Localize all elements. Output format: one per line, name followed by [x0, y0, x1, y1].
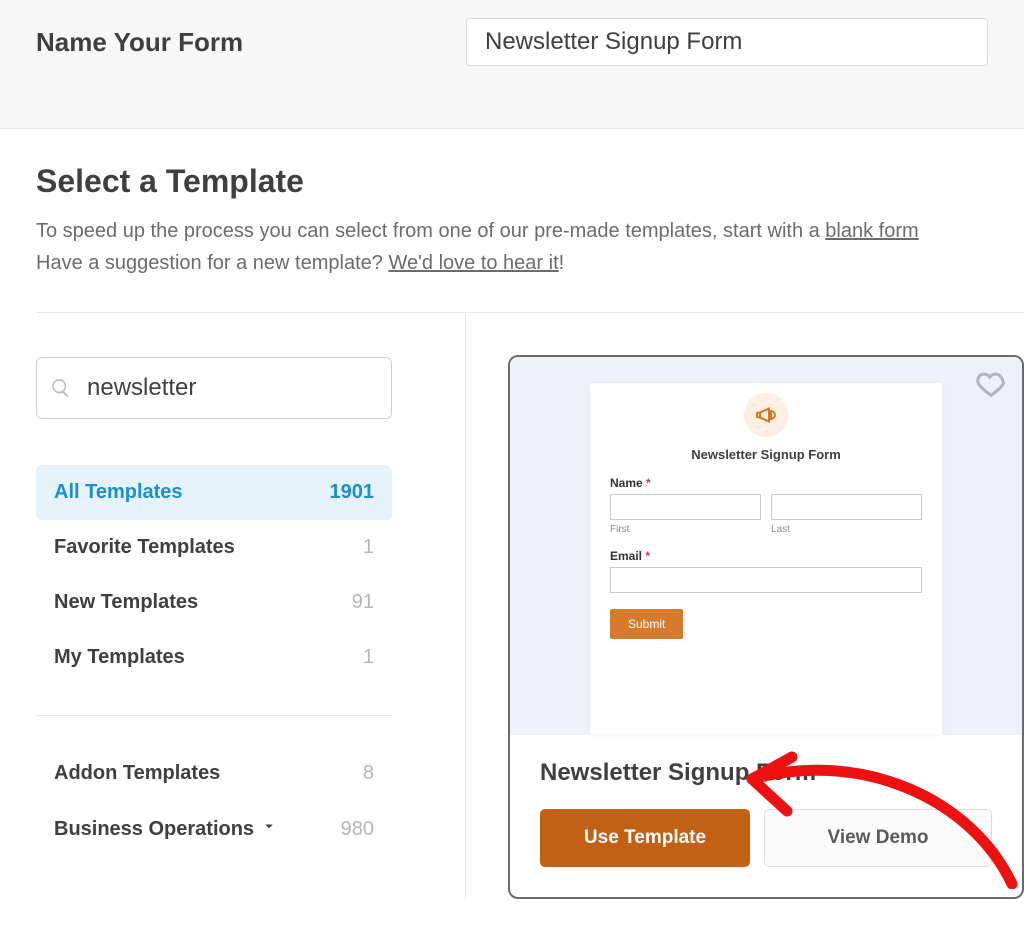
- category-primary-2[interactable]: New Templates 91: [36, 575, 392, 630]
- suggestion-suffix: !: [559, 252, 565, 274]
- category-list-primary: All Templates 1901 Favorite Templates 1 New …: [36, 465, 392, 685]
- category-label: Business Operations: [54, 817, 278, 841]
- section-description: To speed up the process you can select f…: [36, 216, 1024, 246]
- favorite-icon[interactable]: [976, 369, 1006, 404]
- use-template-button[interactable]: Use Template: [540, 809, 750, 867]
- category-secondary-1[interactable]: Business Operations 980: [36, 801, 392, 857]
- preview-first-sublabel: First: [610, 524, 761, 535]
- category-count: 980: [341, 818, 374, 841]
- category-separator: [36, 715, 392, 716]
- search-input[interactable]: [36, 357, 392, 419]
- section-suggestion: Have a suggestion for a new template? We…: [36, 248, 1024, 278]
- category-count: 8: [363, 762, 374, 785]
- form-name-label: Name Your Form: [36, 27, 466, 58]
- card-preview: Newsletter Signup Form Name * First Last…: [510, 357, 1022, 735]
- preview-submit-button: Submit: [610, 609, 683, 639]
- preview-email-input: [610, 567, 922, 593]
- desc-prefix: To speed up the process you can select f…: [36, 220, 825, 242]
- chevron-down-icon: [260, 817, 278, 835]
- preview-name-label: Name *: [610, 476, 922, 490]
- template-area: Newsletter Signup Form Name * First Last…: [466, 313, 1024, 899]
- view-demo-button[interactable]: View Demo: [764, 809, 992, 867]
- topbar: Name Your Form: [0, 0, 1024, 129]
- category-label: New Templates: [54, 591, 198, 614]
- category-count: 1: [363, 646, 374, 669]
- category-label: Addon Templates: [54, 762, 220, 785]
- form-preview: Newsletter Signup Form Name * First Last…: [590, 383, 942, 735]
- template-title: Newsletter Signup Form: [540, 759, 992, 787]
- category-count: 91: [352, 591, 374, 614]
- blank-form-link[interactable]: blank form: [825, 220, 918, 242]
- section-title: Select a Template: [36, 163, 1024, 200]
- suggestion-link[interactable]: We'd love to hear it: [388, 252, 558, 274]
- sidebar: All Templates 1901 Favorite Templates 1 New …: [36, 313, 466, 899]
- preview-first-input: [610, 494, 761, 520]
- suggestion-prefix: Have a suggestion for a new template?: [36, 252, 388, 274]
- preview-email-label: Email *: [610, 549, 922, 563]
- category-count: 1901: [330, 481, 375, 504]
- preview-form-title: Newsletter Signup Form: [610, 447, 922, 462]
- category-secondary-0[interactable]: Addon Templates 8: [36, 746, 392, 801]
- template-card: Newsletter Signup Form Name * First Last…: [508, 355, 1024, 899]
- card-body: Newsletter Signup Form Use Template View…: [510, 735, 1022, 897]
- form-name-input[interactable]: [466, 18, 988, 66]
- preview-last-input: [771, 494, 922, 520]
- category-label: My Templates: [54, 646, 185, 669]
- category-list-secondary: Addon Templates 8 Business Operations 980: [36, 746, 392, 857]
- megaphone-icon: [744, 393, 788, 437]
- search-wrap: [36, 357, 392, 419]
- preview-last-sublabel: Last: [771, 524, 922, 535]
- category-label: All Templates: [54, 481, 183, 504]
- category-label: Favorite Templates: [54, 536, 235, 559]
- category-primary-1[interactable]: Favorite Templates 1: [36, 520, 392, 575]
- category-primary-3[interactable]: My Templates 1: [36, 630, 392, 685]
- category-primary-0[interactable]: All Templates 1901: [36, 465, 392, 520]
- category-count: 1: [363, 536, 374, 559]
